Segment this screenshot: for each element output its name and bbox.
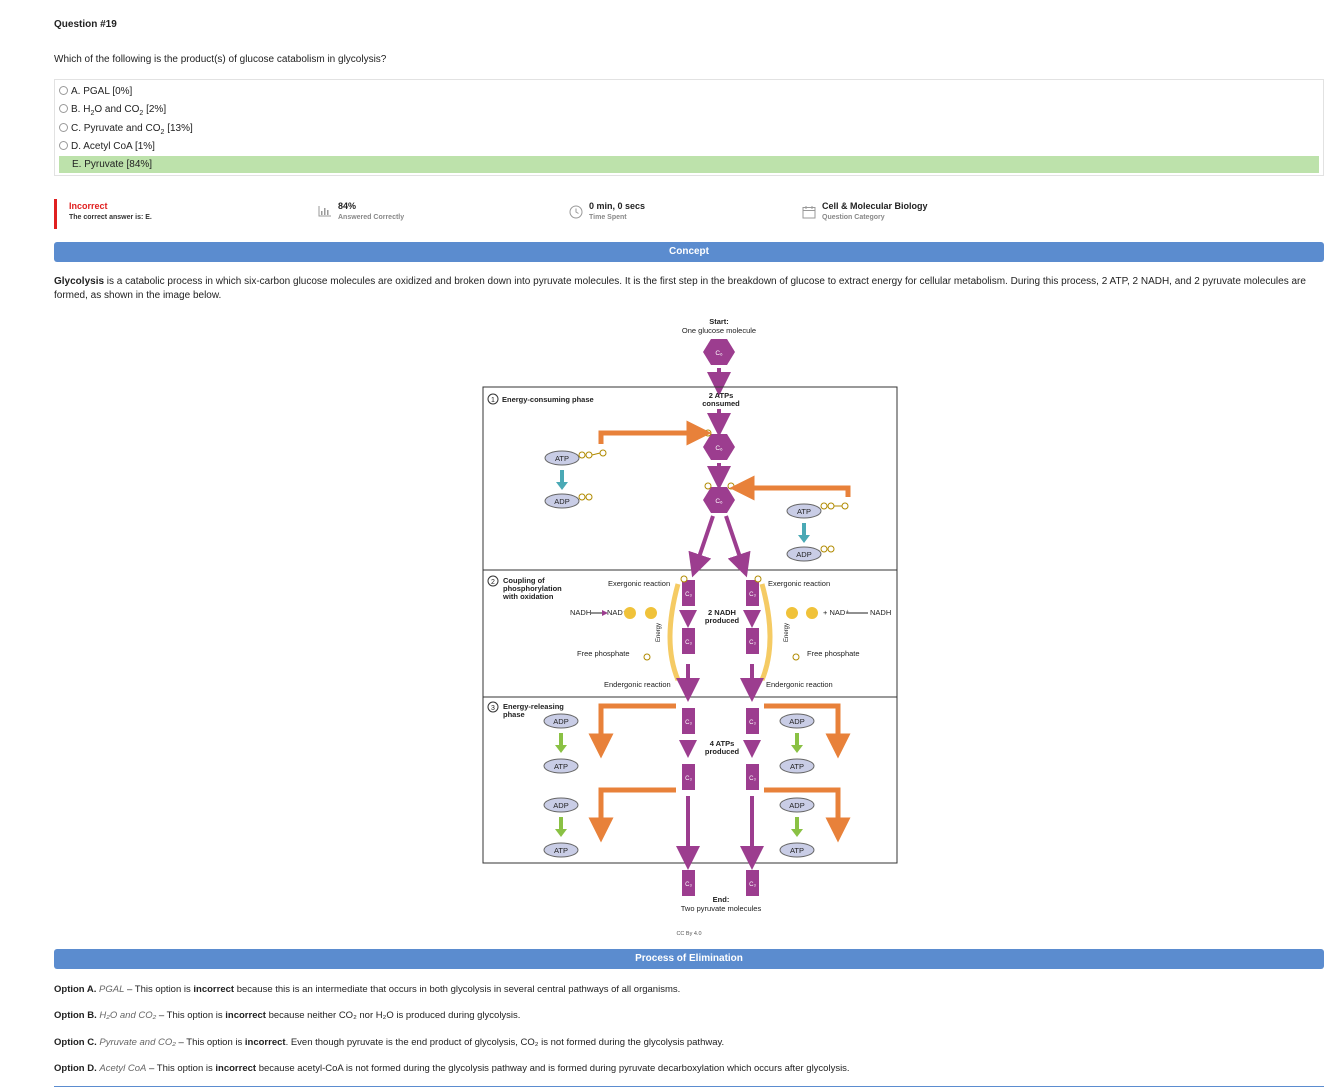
svg-text:Free phosphate: Free phosphate <box>577 649 630 658</box>
time-stat: 0 min, 0 secs Time Spent <box>569 201 645 221</box>
clock-icon <box>569 205 583 219</box>
svg-text:C₆: C₆ <box>715 445 723 452</box>
svg-text:C₆: C₆ <box>715 350 723 357</box>
svg-text:ATP: ATP <box>554 846 568 855</box>
elimination-item: Option C. Pyruvate and CO₂ – This option… <box>54 1037 725 1048</box>
option-b[interactable]: B. H2O and CO2 [2%] <box>59 101 1319 118</box>
atp-pill: ATP <box>543 758 579 774</box>
svg-text:End:: End: <box>713 895 730 904</box>
svg-text:produced: produced <box>705 747 740 756</box>
concept-banner: Concept <box>54 242 1324 262</box>
adp-pill: ADP <box>786 546 822 562</box>
svg-text:C₆: C₆ <box>715 498 723 505</box>
start-label: Start: <box>709 317 729 326</box>
atp-pill: ATP <box>543 842 579 858</box>
svg-text:phase: phase <box>503 710 525 719</box>
question-text: Which of the following is the product(s)… <box>54 54 387 65</box>
svg-text:Two pyruvate molecules: Two pyruvate molecules <box>681 904 762 913</box>
svg-text:C₃: C₃ <box>685 776 692 782</box>
svg-text:C₃: C₃ <box>749 882 756 888</box>
category-stat: Cell & Molecular Biology Question Catego… <box>802 201 928 221</box>
radio-c[interactable] <box>59 122 68 132</box>
adp-pill: ADP <box>779 713 815 729</box>
result-stats: Incorrect The correct answer is: E. 84% … <box>54 199 1324 229</box>
svg-text:ATP: ATP <box>790 762 804 771</box>
svg-text:Energy: Energy <box>656 623 662 642</box>
svg-text:ATP: ATP <box>555 454 569 463</box>
svg-text:ADP: ADP <box>796 550 811 559</box>
pct-stat: 84% Answered Correctly <box>318 201 404 221</box>
elimination-item: Option D. Acetyl CoA – This option is in… <box>54 1063 850 1074</box>
calendar-icon <box>802 206 816 219</box>
option-c[interactable]: C. Pyruvate and CO2 [13%] <box>59 120 1319 137</box>
svg-text:C₃: C₃ <box>749 592 756 598</box>
elimination-banner: Process of Elimination <box>54 949 1324 969</box>
svg-text:C₃: C₃ <box>685 720 692 726</box>
svg-text:ADP: ADP <box>553 717 568 726</box>
glucose-hexagon: C₆ <box>703 339 735 365</box>
answer-options: A. PGAL [0%] B. H2O and CO2 [2%] C. Pyru… <box>54 79 1324 176</box>
atp-pill: ATP <box>544 450 580 466</box>
question-title: Question #19 <box>54 19 117 30</box>
svg-text:ADP: ADP <box>789 717 804 726</box>
phase1-label: Energy-consuming phase <box>502 395 594 404</box>
svg-text:Free phosphate: Free phosphate <box>807 649 860 658</box>
svg-text:NADH: NADH <box>870 608 891 617</box>
adp-pill: ADP <box>543 713 579 729</box>
incorrect-indicator <box>54 199 57 229</box>
svg-text:C₃: C₃ <box>749 640 756 646</box>
svg-text:ATP: ATP <box>797 507 811 516</box>
radio-d[interactable] <box>59 140 68 150</box>
svg-text:ADP: ADP <box>554 497 569 506</box>
elimination-item: Option A. PGAL – This option is incorrec… <box>54 984 681 995</box>
option-a[interactable]: A. PGAL [0%] <box>59 83 1319 100</box>
atp-pill: ATP <box>779 758 815 774</box>
svg-text:C₃: C₃ <box>749 776 756 782</box>
svg-text:with oxidation: with oxidation <box>502 592 554 601</box>
svg-text:ATP: ATP <box>554 762 568 771</box>
license-label: CC By 4.0 <box>676 931 701 937</box>
svg-text:C₃: C₃ <box>685 640 692 646</box>
svg-text:ADP: ADP <box>553 801 568 810</box>
adp-pill: ADP <box>779 797 815 813</box>
svg-text:Exergonic reaction: Exergonic reaction <box>768 579 830 588</box>
svg-text:+ NAD⁺: + NAD⁺ <box>823 608 849 617</box>
elimination-item: Option B. H₂O and CO₂ – This option is i… <box>54 1010 521 1021</box>
svg-text:Energy: Energy <box>784 623 790 642</box>
svg-text:produced: produced <box>705 616 740 625</box>
svg-text:1: 1 <box>491 397 495 404</box>
adp-pill: ADP <box>543 797 579 813</box>
c6-hexagon-3: C₆ <box>703 487 735 513</box>
atp-pill: ATP <box>779 842 815 858</box>
atp-pill: ATP <box>786 503 822 519</box>
radio-a[interactable] <box>59 85 68 95</box>
svg-text:ATP: ATP <box>790 846 804 855</box>
svg-text:Endergonic reaction: Endergonic reaction <box>766 680 833 689</box>
svg-text:3: 3 <box>491 705 495 712</box>
svg-text:Exergonic reaction: Exergonic reaction <box>608 579 670 588</box>
svg-text:C₃: C₃ <box>685 882 692 888</box>
start-sub: One glucose molecule <box>682 326 756 335</box>
concept-paragraph: Glycolysis is a catabolic process in whi… <box>54 276 1306 301</box>
svg-text:ADP: ADP <box>789 801 804 810</box>
svg-text:C₃: C₃ <box>685 592 692 598</box>
radio-b[interactable] <box>59 103 68 113</box>
svg-text:NADH: NADH <box>570 608 591 617</box>
glycolysis-diagram: Start: One glucose molecule C₆ 1 Energy-… <box>482 317 898 937</box>
svg-text:C₃: C₃ <box>749 720 756 726</box>
adp-pill: ADP <box>544 493 580 509</box>
divider <box>54 1086 1324 1087</box>
result-stat: Incorrect The correct answer is: E. <box>69 201 152 221</box>
svg-text:Endergonic reaction: Endergonic reaction <box>604 680 671 689</box>
option-e-correct[interactable]: E. Pyruvate [84%] <box>59 156 1319 173</box>
bar-chart-icon <box>318 206 331 217</box>
svg-text:consumed: consumed <box>702 399 740 408</box>
option-d[interactable]: D. Acetyl CoA [1%] <box>59 138 1319 155</box>
c6-hexagon-2: C₆ <box>703 434 735 460</box>
svg-text:2: 2 <box>491 579 495 586</box>
phase1-box <box>482 386 898 571</box>
